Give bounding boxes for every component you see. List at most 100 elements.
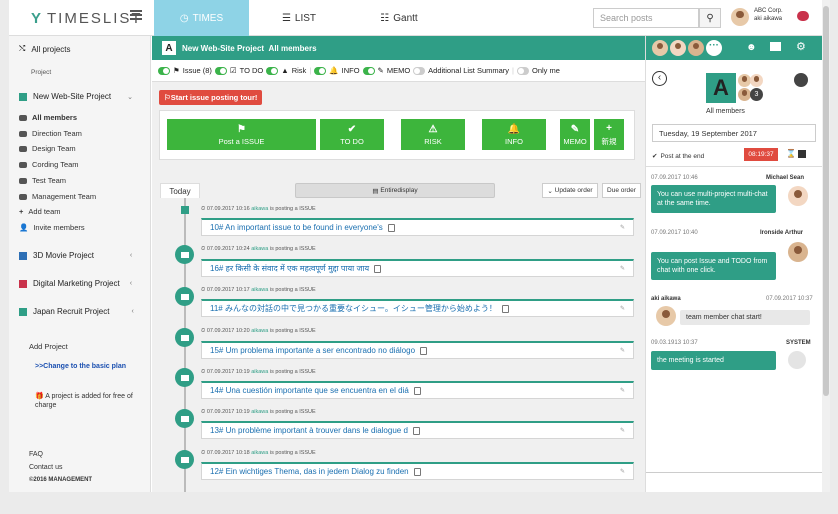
- risk-button[interactable]: ⚠ RISK: [401, 119, 465, 150]
- tab-gantt[interactable]: ☷ Gantt: [349, 0, 449, 36]
- only-me-toggle[interactable]: [517, 66, 529, 75]
- pin-icon[interactable]: ✎: [620, 305, 625, 312]
- back-icon[interactable]: ‹: [652, 71, 667, 86]
- chevron-down-icon[interactable]: ⌄: [127, 93, 133, 101]
- copy-icon[interactable]: [413, 386, 421, 395]
- date-field[interactable]: Tuesday, 19 September 2017: [652, 124, 816, 142]
- invite-members-link[interactable]: 👤 Invite members: [19, 223, 85, 232]
- sidebar-project-3d-movie[interactable]: 3D Movie Project ‹: [19, 251, 132, 260]
- team-management[interactable]: Management Team: [19, 192, 96, 201]
- team-cording[interactable]: Cording Team: [19, 160, 79, 169]
- list-item[interactable]: 10# An important issue to be found in ev…: [201, 218, 634, 236]
- memo-toggle[interactable]: [362, 66, 375, 75]
- user-info[interactable]: ABC Corp. aki aikawa: [754, 7, 783, 23]
- avatar[interactable]: [652, 40, 668, 56]
- chevron-left-icon[interactable]: ‹: [131, 308, 133, 315]
- faq-link[interactable]: FAQ: [29, 451, 43, 458]
- summary-toggle[interactable]: [413, 66, 426, 75]
- post-title[interactable]: 10# An important issue to be found in ev…: [210, 223, 383, 232]
- list-item[interactable]: 15# Um problema importante a ser encontr…: [201, 341, 634, 359]
- issue-toggle[interactable]: [158, 66, 170, 75]
- post-title[interactable]: 15# Um problema importante a ser encontr…: [210, 346, 415, 355]
- post-user[interactable]: aikawa: [251, 450, 268, 456]
- team-test[interactable]: Test Team: [19, 176, 66, 185]
- pin-icon[interactable]: ✎: [620, 224, 625, 231]
- stop-icon[interactable]: [798, 150, 806, 158]
- scrollbar-thumb[interactable]: [823, 6, 829, 396]
- todo-button[interactable]: ✔ TO DO: [320, 119, 384, 150]
- post-user[interactable]: aikawa: [251, 409, 268, 415]
- page-scrollbar[interactable]: [822, 0, 830, 492]
- entire-display-button[interactable]: ▤ Entiredisplay: [295, 183, 495, 198]
- avatar[interactable]: [670, 40, 686, 56]
- sidebar-project-japan-recruit[interactable]: Japan Recruit Project ‹: [19, 307, 134, 316]
- pin-icon[interactable]: ✎: [620, 468, 625, 475]
- team-direction[interactable]: Direction Team: [19, 129, 82, 138]
- folder-icon[interactable]: [770, 42, 781, 51]
- tab-today[interactable]: Today: [160, 183, 200, 198]
- list-item[interactable]: 14# Una cuestión importante que se encue…: [201, 381, 634, 399]
- list-item[interactable]: 12# Ein wichtiges Thema, das in jedem Di…: [201, 462, 634, 480]
- post-title[interactable]: 14# Una cuestión importante que se encue…: [210, 386, 409, 395]
- contact-link[interactable]: Contact us: [29, 464, 62, 471]
- hourglass-icon[interactable]: ⌛: [786, 149, 796, 158]
- post-title[interactable]: 11# みんなの対話の中で見つかる重要なイシュー。イシュー管理から始めよう！: [210, 303, 497, 314]
- post-title[interactable]: 12# Ein wichtiges Thema, das in jedem Di…: [210, 467, 409, 476]
- list-item[interactable]: 11# みんなの対話の中で見つかる重要なイシュー。イシュー管理から始めよう！ ✎: [201, 299, 634, 317]
- pin-icon[interactable]: ✎: [620, 427, 625, 434]
- all-projects-link[interactable]: ⤭ All projects: [19, 44, 71, 54]
- update-order-button[interactable]: ⌄ Update order: [542, 183, 598, 198]
- list-item[interactable]: 16# हर किसी के संवाद में एक महत्वपूर्ण म…: [201, 259, 634, 277]
- copy-icon[interactable]: [413, 467, 421, 476]
- chat-icon[interactable]: [797, 11, 809, 21]
- user-avatar[interactable]: [731, 8, 749, 26]
- logo[interactable]: Y TIMESLIST: [31, 10, 143, 27]
- copy-icon[interactable]: [412, 426, 420, 435]
- post-user[interactable]: aikawa: [251, 287, 268, 293]
- sidebar-project-digital-marketing[interactable]: Digital Marketing Project ‹: [19, 279, 132, 288]
- memo-button[interactable]: ✎ MEMO: [560, 119, 590, 150]
- post-at-end-checkbox[interactable]: ✔ Post at the end: [652, 152, 704, 161]
- avatar[interactable]: [788, 186, 808, 206]
- more-icon[interactable]: ···: [706, 40, 722, 56]
- post-user[interactable]: aikawa: [251, 246, 268, 252]
- list-item[interactable]: 13# Un problème important à trouver dans…: [201, 421, 634, 439]
- post-user[interactable]: aikawa: [251, 369, 268, 375]
- avatar[interactable]: [688, 40, 704, 56]
- copy-icon[interactable]: [501, 304, 509, 313]
- team-all-members[interactable]: All members: [19, 113, 77, 122]
- search-button[interactable]: ⚲: [699, 8, 721, 28]
- avatar[interactable]: [656, 306, 676, 326]
- post-issue-button[interactable]: ⚑ Post a ISSUE: [167, 119, 316, 150]
- copy-icon[interactable]: [374, 264, 382, 273]
- due-order-button[interactable]: Due order: [602, 183, 641, 198]
- add-project-link[interactable]: Add Project: [29, 342, 68, 351]
- avatar[interactable]: [788, 242, 808, 262]
- pin-icon[interactable]: ✎: [620, 347, 625, 354]
- chevron-left-icon[interactable]: ‹: [130, 252, 132, 259]
- todo-toggle[interactable]: [214, 66, 227, 75]
- post-user[interactable]: aikawa: [251, 206, 268, 212]
- post-title[interactable]: 16# हर किसी के संवाद में एक महत्वपूर्ण म…: [210, 263, 369, 274]
- tab-list[interactable]: ☰ LIST: [249, 0, 349, 36]
- new-button[interactable]: + 新規: [594, 119, 624, 150]
- post-title[interactable]: 13# Un problème important à trouver dans…: [210, 426, 408, 435]
- change-plan-link[interactable]: >>Change to the basic plan: [35, 363, 126, 370]
- start-tour-button[interactable]: ⚐ Start issue posting tour!: [159, 90, 263, 105]
- chat-bubble-icon[interactable]: [794, 73, 808, 87]
- team-design[interactable]: Design Team: [19, 144, 76, 153]
- tab-times[interactable]: ◷ TIMES: [154, 0, 249, 36]
- risk-toggle[interactable]: [266, 66, 279, 75]
- post-user[interactable]: aikawa: [251, 328, 268, 334]
- group-icon[interactable]: ☻: [746, 42, 757, 53]
- search-input[interactable]: Search posts: [593, 8, 699, 28]
- info-button[interactable]: 🔔 INFO: [482, 119, 546, 150]
- copy-icon[interactable]: [387, 223, 395, 232]
- pin-icon[interactable]: ✎: [620, 387, 625, 394]
- chevron-left-icon[interactable]: ‹: [130, 280, 132, 287]
- menu-icon[interactable]: [130, 10, 142, 21]
- chat-input[interactable]: [646, 472, 822, 492]
- add-team-link[interactable]: + Add team: [19, 207, 61, 216]
- pin-icon[interactable]: ✎: [620, 265, 625, 272]
- gear-icon[interactable]: ⚙: [796, 40, 806, 53]
